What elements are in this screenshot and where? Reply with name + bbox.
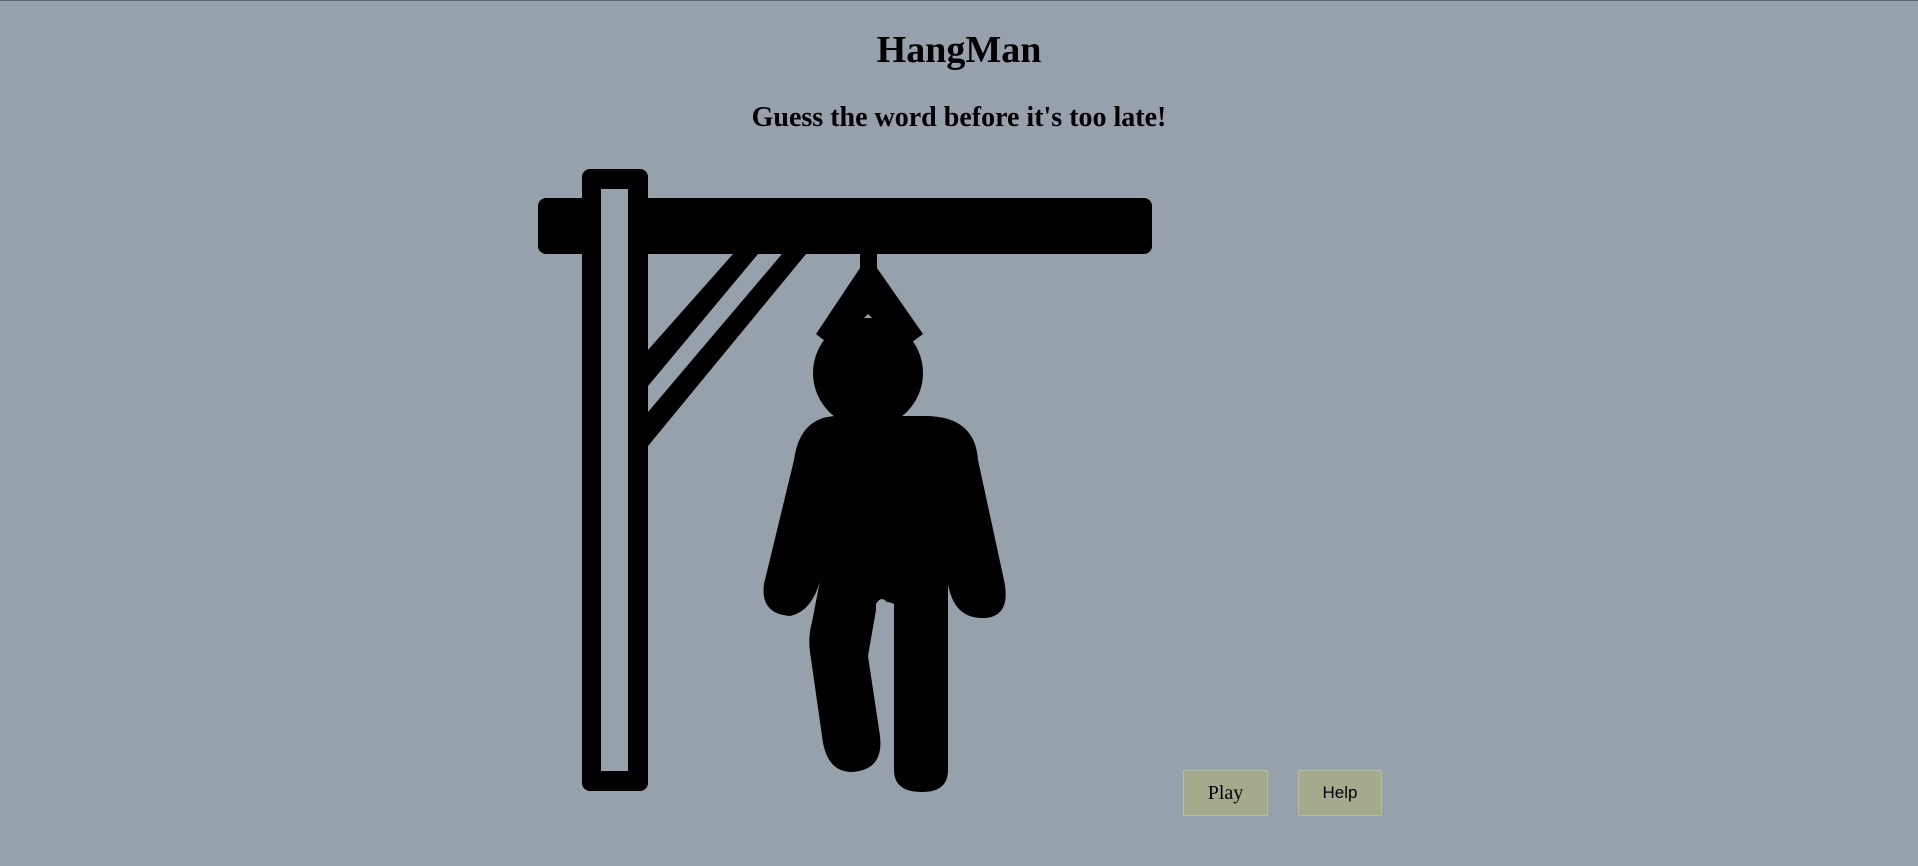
figure-head [813,318,923,428]
top-border [0,0,1918,1]
help-button[interactable]: Help [1298,770,1382,816]
page-subtitle: Guess the word before it's too late! [751,102,1167,133]
page-title: HangMan [876,29,1042,71]
leg-gap [876,599,888,640]
gallows-post-inner [601,189,628,771]
hanged-figure [763,254,1006,792]
hangman-gallows-icon [538,169,1152,792]
rope [860,254,877,270]
play-button[interactable]: Play [1183,770,1268,816]
